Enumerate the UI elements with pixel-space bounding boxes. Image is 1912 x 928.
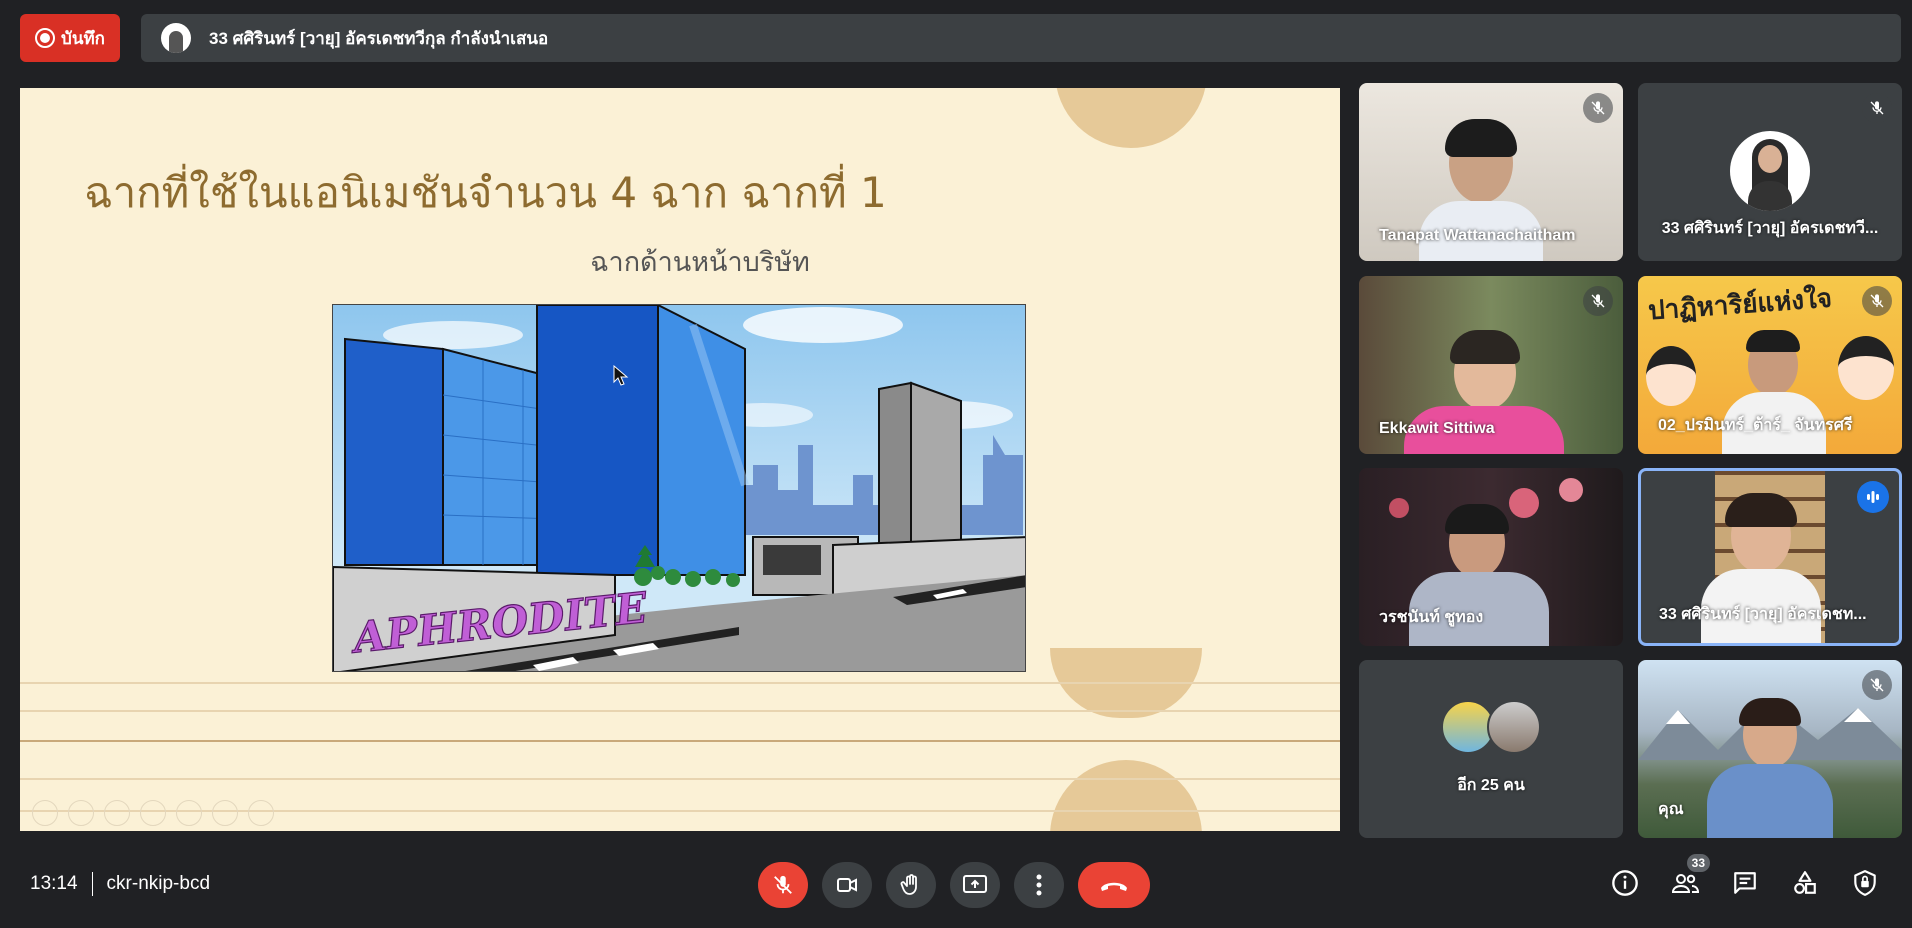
- more-options-button[interactable]: [1014, 862, 1064, 908]
- present-screen-button[interactable]: [950, 862, 1000, 908]
- muted-mic-icon: [1583, 286, 1613, 316]
- meeting-details-button[interactable]: [1608, 866, 1642, 900]
- others-tile[interactable]: อีก 25 คน: [1359, 660, 1623, 838]
- participant-name: 33 ศศิรินทร์ [วายุ] อัครเดชท...: [1659, 606, 1867, 623]
- participant-name: วรชนันท์ ชูทอง: [1379, 609, 1484, 626]
- muted-mic-icon: [1862, 670, 1892, 700]
- record-icon: [35, 28, 56, 48]
- participant-count-badge: 33: [1686, 854, 1710, 872]
- more-slide-icon[interactable]: [248, 800, 274, 826]
- participant-tile-active-speaker[interactable]: 33 ศศิรินทร์ [วายุ] อัครเดชท...: [1638, 468, 1902, 646]
- meeting-info: 13:14 ckr-nkip-bcd: [30, 872, 210, 896]
- speaking-indicator-icon: [1857, 481, 1889, 513]
- participant-tile[interactable]: Ekkawit Sittiwa: [1359, 276, 1623, 454]
- chat-icon: [1734, 872, 1756, 894]
- slides-icon[interactable]: [140, 800, 166, 826]
- cartoon-character: [1838, 336, 1894, 400]
- shield-lock-icon: [1854, 870, 1876, 896]
- avatar: [1487, 700, 1541, 754]
- muted-mic-icon: [1862, 93, 1892, 123]
- slide-subtitle: ฉากด้านหน้าบริษัท: [590, 247, 810, 278]
- participant-tile[interactable]: Tanapat Wattanachaitham: [1359, 83, 1623, 261]
- host-controls-button[interactable]: [1848, 866, 1882, 900]
- people-icon: [1671, 874, 1700, 893]
- record-label: บันทึก: [61, 28, 105, 48]
- mic-toggle-button[interactable]: [758, 862, 808, 908]
- hang-up-icon: [1101, 882, 1127, 891]
- presenter-avatar: [161, 23, 191, 53]
- activities-icon: [1794, 871, 1816, 894]
- avatar: [1730, 131, 1810, 211]
- participant-name: Ekkawit Sittiwa: [1379, 420, 1495, 437]
- cartoon-character: [1646, 346, 1696, 406]
- others-count-label: อีก 25 คน: [1457, 777, 1525, 794]
- pen-icon[interactable]: [104, 800, 130, 826]
- presenter-text: 33 ศศิรินทร์ [วายุ] อัครเดชทวีกุล กำลังน…: [209, 28, 549, 48]
- muted-mic-icon: [1583, 93, 1613, 123]
- presenter-banner: 33 ศศิรินทร์ [วายุ] อัครเดชทวีกุล กำลังน…: [141, 14, 1901, 62]
- meeting-code: ckr-nkip-bcd: [106, 873, 211, 894]
- self-tile[interactable]: คุณ: [1638, 660, 1902, 838]
- clock: 13:14: [30, 873, 78, 894]
- decor-circle: [1055, 88, 1207, 148]
- raise-hand-button[interactable]: [886, 862, 936, 908]
- camera-icon: [837, 878, 857, 892]
- activities-button[interactable]: [1788, 866, 1822, 900]
- participant-name: 02_ปรมินทร์_ต้าร์_ จันทรศรี: [1658, 417, 1853, 434]
- present-icon: [963, 875, 987, 893]
- record-button[interactable]: บันทึก: [20, 14, 120, 62]
- hand-icon: [900, 874, 917, 895]
- tile-banner: ปาฏิหาริย์แห่งใจ: [1647, 283, 1833, 327]
- participant-tile[interactable]: ปาฏิหาริย์แห่งใจ 02_ปรมินทร์_ต้าร์_ จันท…: [1638, 276, 1902, 454]
- presentation-slide: ฉากที่ใช้ในแอนิเมชันจำนวน 4 ฉาก ฉากที่ 1…: [20, 88, 1340, 831]
- side-panel-controls: 33: [1608, 854, 1882, 900]
- call-controls: [758, 862, 1150, 908]
- participant-tile[interactable]: วรชนันท์ ชูทอง: [1359, 468, 1623, 646]
- muted-mic-icon: [1862, 286, 1892, 316]
- next-slide-icon[interactable]: [68, 800, 94, 826]
- mouse-cursor-icon: [613, 365, 629, 386]
- more-vert-icon: [1036, 874, 1042, 896]
- participant-name: 33 ศศิรินทร์ [วายุ] อัครเดชทวี...: [1661, 220, 1879, 237]
- subtitles-icon[interactable]: [212, 800, 238, 826]
- people-button[interactable]: 33: [1668, 854, 1710, 900]
- chat-button[interactable]: [1728, 866, 1762, 900]
- zoom-icon[interactable]: [176, 800, 202, 826]
- leave-call-button[interactable]: [1078, 862, 1150, 908]
- scene-image: APHRODITE: [332, 304, 1026, 672]
- participant-tile[interactable]: 33 ศศิรินทร์ [วายุ] อัครเดชทวี...: [1638, 83, 1902, 261]
- mic-off-icon: [774, 875, 792, 894]
- info-icon: [1612, 870, 1638, 896]
- slide-title: ฉากที่ใช้ในแอนิเมชันจำนวน 4 ฉาก ฉากที่ 1: [84, 168, 887, 217]
- decor-circle: [1050, 760, 1202, 831]
- prev-slide-icon[interactable]: [32, 800, 58, 826]
- camera-toggle-button[interactable]: [822, 862, 872, 908]
- slide-controls: [32, 800, 274, 826]
- participant-name: คุณ: [1658, 801, 1684, 818]
- participant-name: Tanapat Wattanachaitham: [1379, 227, 1576, 244]
